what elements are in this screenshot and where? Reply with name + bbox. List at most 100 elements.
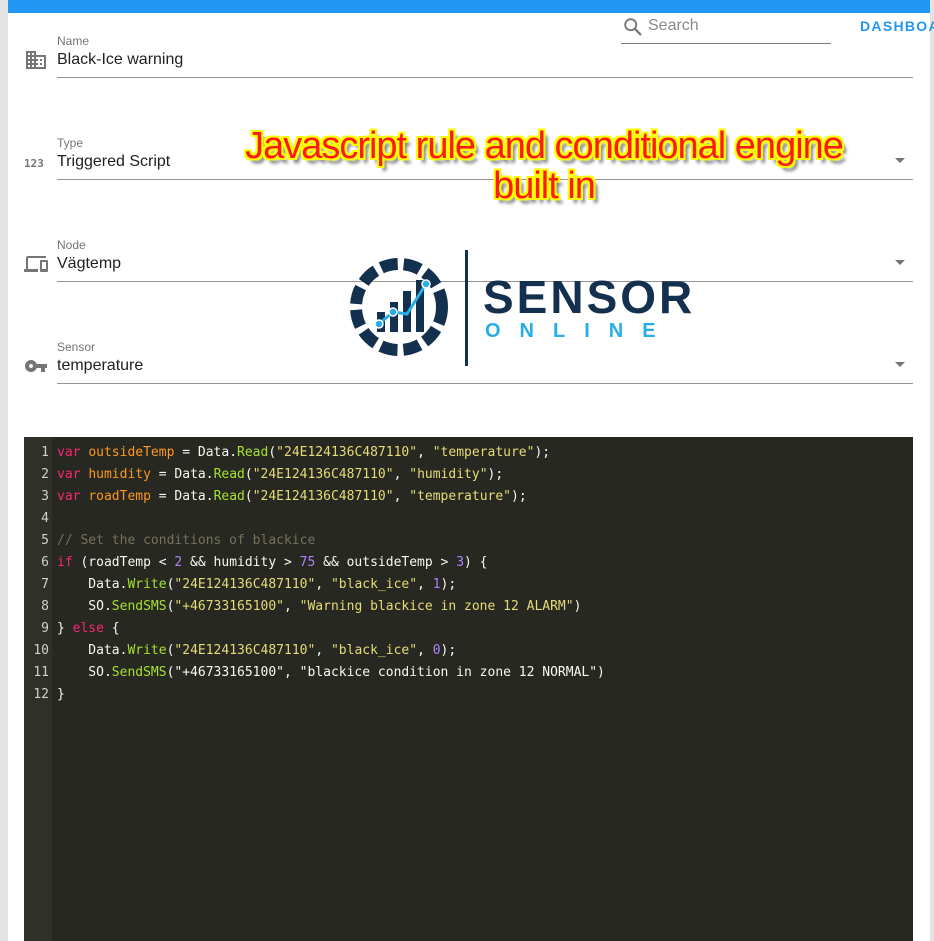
code-token: ( xyxy=(244,489,253,504)
code-token: "Warning blackice in zone 12 ALARM" xyxy=(299,599,574,614)
code-token: } xyxy=(57,621,73,636)
line-number: 1 xyxy=(41,445,49,460)
line-number: 10 xyxy=(33,643,49,658)
code-token: "24E124136C487110" xyxy=(252,489,394,504)
code-token: Write xyxy=(127,643,167,658)
code-token: Data. xyxy=(57,577,128,592)
sensor-value[interactable]: temperature xyxy=(57,357,143,375)
numeric-icon: 123 xyxy=(24,157,44,170)
code-token: = Data. xyxy=(150,489,214,504)
line-number-gutter: 1 2 3 4 5 6 7 8 9 10 11 12 xyxy=(24,437,52,941)
code-token: = Data. xyxy=(150,467,214,482)
code-token: "humidity" xyxy=(409,467,488,482)
code-token: , xyxy=(393,489,410,504)
code-token: ("+46733165100", "blackice condition in … xyxy=(166,665,605,680)
code-token: 0 xyxy=(432,643,441,658)
name-value[interactable]: Black-Ice warning xyxy=(57,51,183,69)
code-token: humidity xyxy=(88,467,151,482)
code-token: , xyxy=(417,577,433,592)
code-line[interactable]: Data.Write("24E124136C487110", "black_ic… xyxy=(57,577,456,592)
code-token: ) { xyxy=(464,555,488,570)
code-line[interactable]: Data.Write("24E124136C487110", "black_ic… xyxy=(57,643,456,658)
code-line[interactable]: } xyxy=(57,687,65,702)
code-token: "temperature" xyxy=(432,445,535,460)
sensor-label: Sensor xyxy=(57,340,96,354)
type-value[interactable]: Triggered Script xyxy=(57,153,170,171)
dashboard-link[interactable]: DASHBOA xyxy=(860,18,934,34)
sensor-underline xyxy=(57,383,913,384)
code-token: SO. xyxy=(57,599,112,614)
line-number: 6 xyxy=(41,555,49,570)
code-token: "black_ice" xyxy=(330,643,418,658)
logo-word-sensor: SENSOR xyxy=(483,271,696,323)
code-token: , xyxy=(284,599,300,614)
name-underline xyxy=(57,77,913,78)
node-label: Node xyxy=(57,238,86,252)
code-line[interactable]: SO.SendSMS("+46733165100", "Warning blac… xyxy=(57,599,581,614)
code-token: && humidity > xyxy=(182,555,300,570)
app-top-bar xyxy=(8,0,930,13)
line-number: 5 xyxy=(41,533,49,548)
code-token: outsideTemp xyxy=(88,445,175,460)
type-label: Type xyxy=(57,136,84,150)
code-token: , xyxy=(417,445,433,460)
code-line[interactable]: var outsideTemp = Data.Read("24E124136C4… xyxy=(57,445,550,460)
code-token: ); xyxy=(440,643,457,658)
code-token: Data. xyxy=(57,643,128,658)
left-page-margin xyxy=(0,0,8,941)
code-token: ); xyxy=(511,489,527,504)
code-line[interactable]: // Set the conditions of blackice xyxy=(57,533,315,548)
line-number: 12 xyxy=(33,687,49,702)
code-token: ( xyxy=(268,445,277,460)
code-token: ); xyxy=(534,445,551,460)
svg-text:123: 123 xyxy=(24,157,44,170)
right-page-margin xyxy=(930,0,934,941)
code-token: SendSMS xyxy=(111,665,167,680)
sensor-dropdown-arrow-icon[interactable] xyxy=(895,362,905,367)
line-number: 2 xyxy=(41,467,49,482)
code-token: SO. xyxy=(57,665,112,680)
line-number: 8 xyxy=(41,599,49,614)
code-token: var xyxy=(57,445,81,460)
code-token: // Set the conditions of blackice xyxy=(57,533,316,548)
code-token: if xyxy=(57,555,73,570)
code-token: "24E124136C487110" xyxy=(276,445,418,460)
type-dropdown-arrow-icon[interactable] xyxy=(895,158,905,163)
code-line[interactable]: var humidity = Data.Read("24E124136C4871… xyxy=(57,467,503,482)
code-token: 1 xyxy=(432,577,441,592)
code-token: , xyxy=(315,643,331,658)
code-token: , xyxy=(315,577,331,592)
devices-icon xyxy=(24,256,48,272)
line-number: 3 xyxy=(41,489,49,504)
code-line[interactable]: } else { xyxy=(57,621,120,636)
code-editor[interactable]: 1 2 3 4 5 6 7 8 9 10 11 12 var outsideTemp = Data.R… xyxy=(24,437,913,941)
code-token: && outsideTemp > xyxy=(315,555,457,570)
sensor-online-logo: SENSOR ONLINE xyxy=(349,250,694,368)
code-line[interactable]: SO.SendSMS("+46733165100", "blackice con… xyxy=(57,665,605,680)
node-value[interactable]: Vägtemp xyxy=(57,255,121,273)
code-token: roadTemp xyxy=(88,489,151,504)
code-token: Read xyxy=(213,467,245,482)
code-token: "24E124136C487110" xyxy=(252,467,394,482)
code-token: "24E124136C487110" xyxy=(174,577,316,592)
code-token: 3 xyxy=(456,555,465,570)
code-token: var xyxy=(57,467,81,482)
code-token: "black_ice" xyxy=(330,577,418,592)
line-number: 4 xyxy=(41,511,49,526)
code-token: ( xyxy=(244,467,253,482)
annotation-line-2: built in xyxy=(493,165,596,207)
code-token: SendSMS xyxy=(111,599,167,614)
code-line[interactable]: if (roadTemp < 2 && humidity > 75 && out… xyxy=(57,555,488,570)
node-dropdown-arrow-icon[interactable] xyxy=(895,260,905,265)
code-token: ); xyxy=(440,577,457,592)
code-token: Write xyxy=(127,577,167,592)
key-icon xyxy=(25,360,47,372)
logo-divider xyxy=(465,250,468,366)
name-field[interactable]: Name Black-Ice warning xyxy=(24,34,913,84)
building-icon xyxy=(26,51,46,69)
code-token: ); xyxy=(487,467,504,482)
code-line[interactable]: var roadTemp = Data.Read("24E124136C4871… xyxy=(57,489,527,504)
code-token: (roadTemp < xyxy=(72,555,175,570)
name-label: Name xyxy=(57,34,90,48)
logo-mark-icon xyxy=(350,258,448,356)
